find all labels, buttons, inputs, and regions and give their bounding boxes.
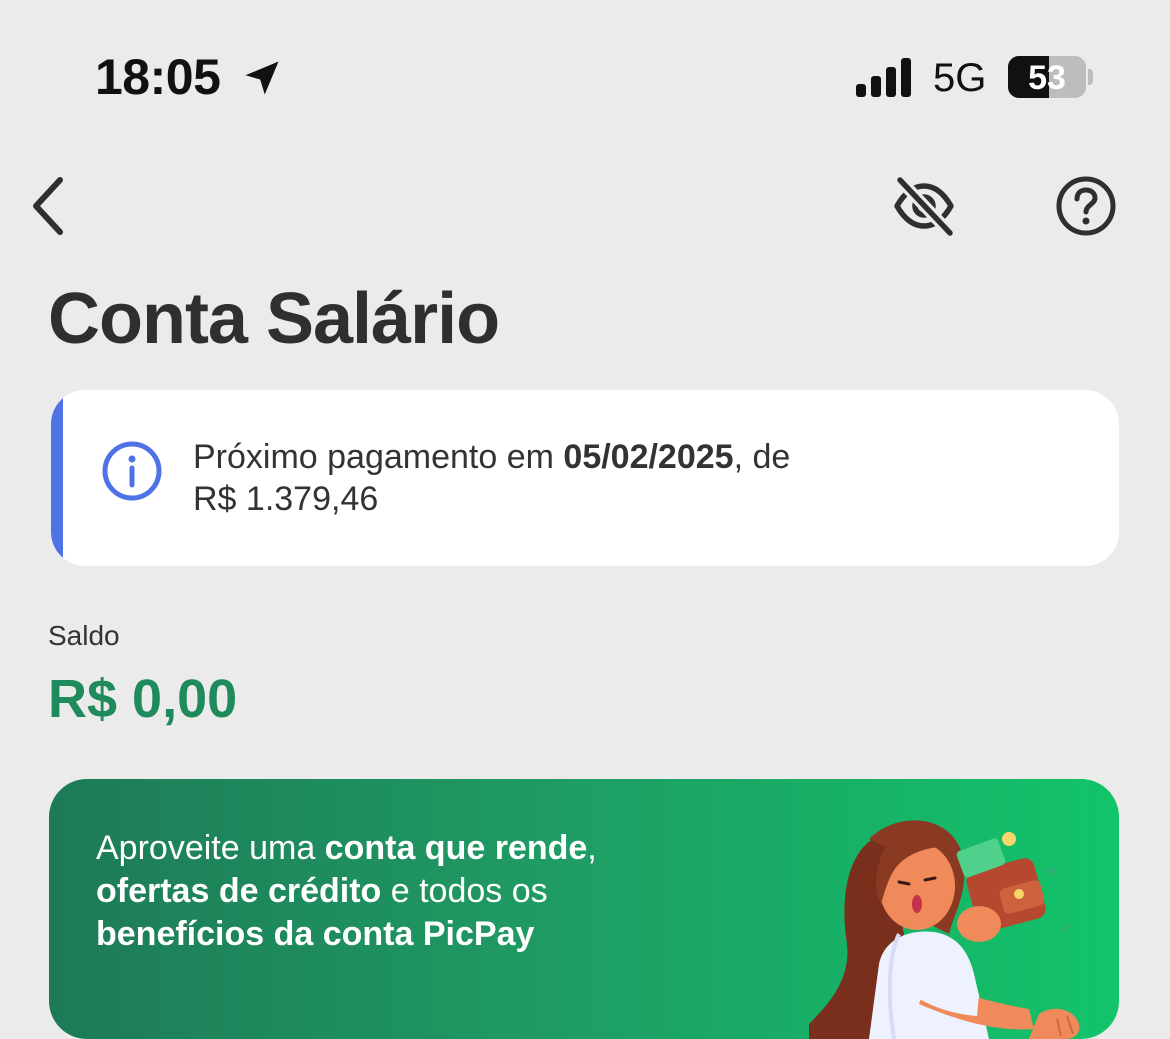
chevron-left-icon [33, 177, 63, 235]
promo-line1-bold: conta que rende [324, 829, 588, 867]
promo-line1-regular: Aproveite uma [96, 829, 325, 867]
eye-off-icon [894, 175, 955, 238]
status-bar: 18:05 5G 53 [0, 0, 1170, 150]
next-payment-text: Próximo pagamento em 05/02/2025, de R$ 1… [193, 436, 953, 520]
page-title: Conta Salário [48, 279, 500, 359]
status-time: 18:05 [95, 49, 221, 105]
promo-line2-bold: ofertas de crédito [96, 872, 382, 910]
location-arrow-icon [245, 61, 279, 95]
signal-bars-icon [856, 58, 911, 97]
next-payment-card: Próximo pagamento em 05/02/2025, de R$ 1… [51, 390, 1119, 566]
battery-percent: 53 [1028, 59, 1066, 97]
promo-line2-regular: e todos os [381, 872, 548, 910]
woman-with-wallet-illustration [809, 820, 1080, 1039]
balance-value: R$ 0,00 [48, 669, 238, 729]
back-button[interactable] [18, 170, 78, 242]
payment-amount: R$ 1.379,46 [193, 480, 379, 518]
payment-date: 05/02/2025 [563, 438, 734, 476]
hide-balance-button[interactable] [888, 170, 960, 242]
battery-tip [1088, 69, 1093, 85]
promo-line1-end: , [587, 829, 597, 867]
promo-line3-bold: benefícios da conta PicPay [96, 915, 535, 953]
help-button[interactable] [1050, 170, 1122, 242]
payment-text-middle: , de [733, 438, 791, 476]
promo-banner[interactable]: Aproveite uma conta que rende, ofertas d… [49, 779, 1119, 1039]
balance-label: Saldo [48, 620, 120, 651]
network-type: 5G [933, 56, 987, 100]
promo-text: Aproveite uma conta que rende, ofertas d… [96, 827, 716, 956]
payment-text-prefix: Próximo pagamento em [193, 438, 564, 476]
question-circle-icon [1056, 176, 1116, 236]
info-circle-icon [102, 441, 162, 501]
card-accent-bar [51, 390, 63, 566]
battery-icon: 53 [1008, 56, 1086, 98]
